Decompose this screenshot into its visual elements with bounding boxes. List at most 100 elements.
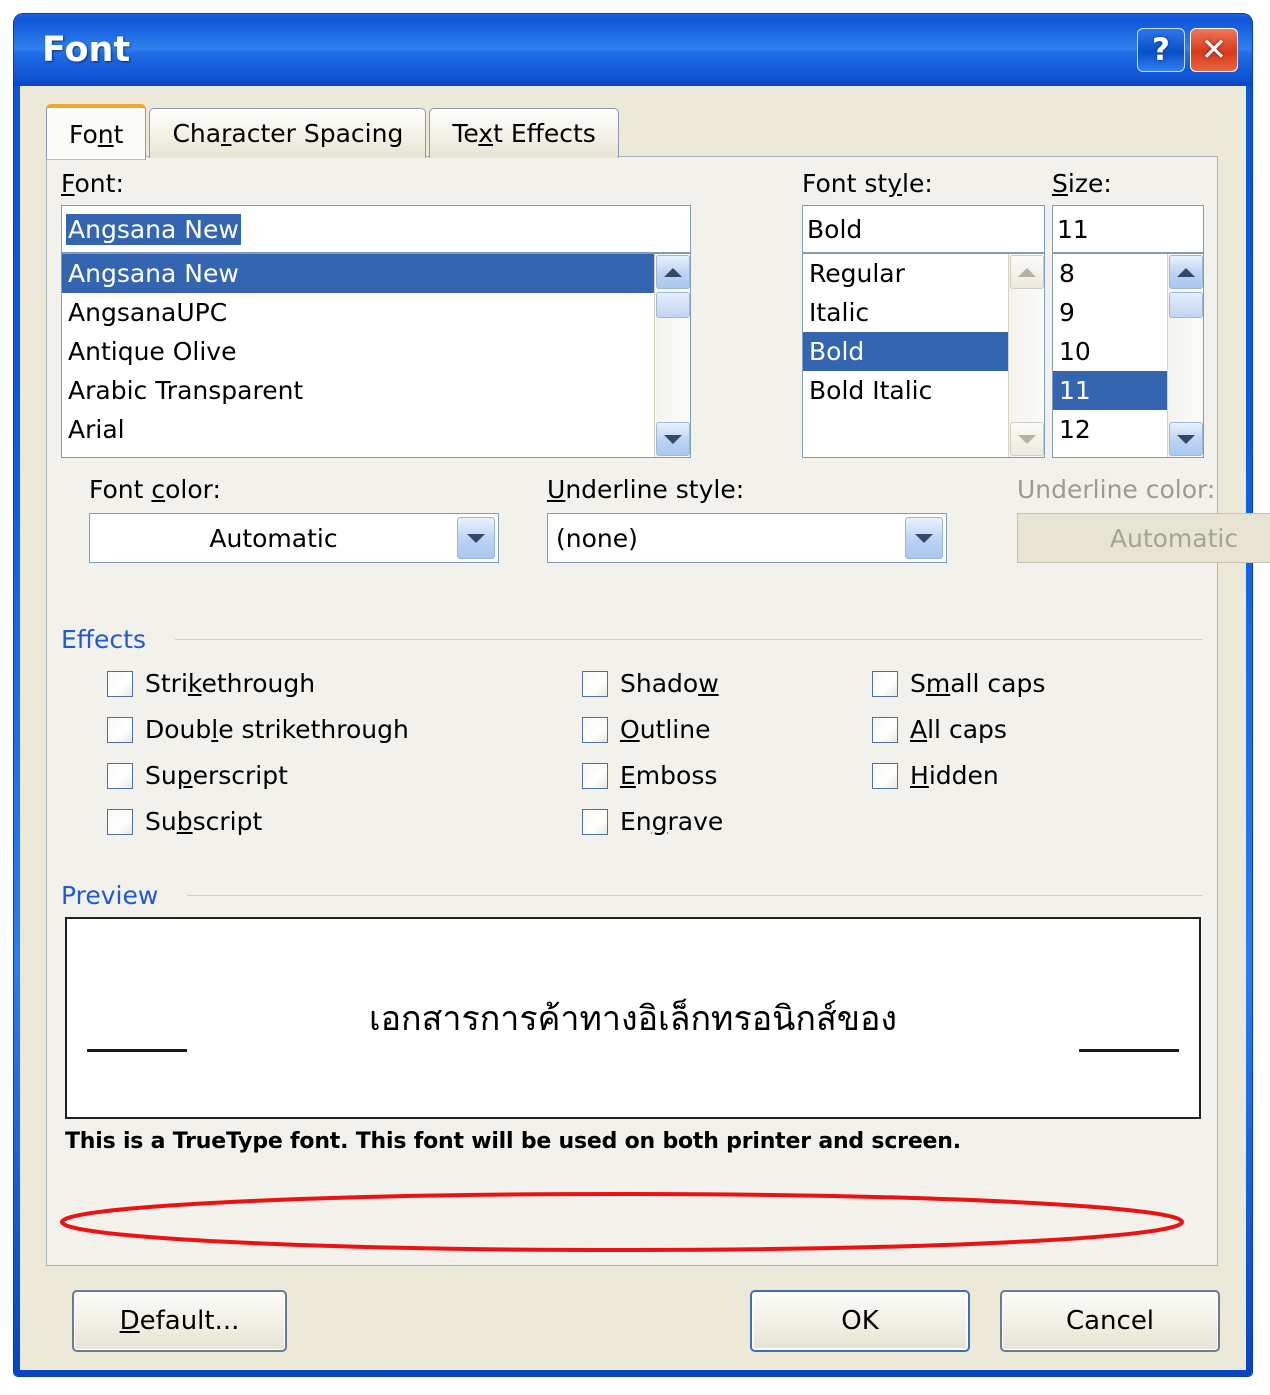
underline-style-dropdown-button[interactable] (905, 517, 943, 559)
font-color-dropdown-button[interactable] (457, 517, 495, 559)
scroll-up-button[interactable] (1010, 255, 1044, 289)
checkbox-box[interactable] (107, 716, 133, 743)
checkbox-strikethrough[interactable]: Strikethrough (107, 669, 315, 698)
ok-button[interactable]: OK (750, 1290, 970, 1352)
checkbox-outline[interactable]: Outline (582, 715, 710, 744)
default-button[interactable]: Default... (72, 1290, 287, 1352)
cancel-button[interactable]: Cancel (1000, 1290, 1220, 1352)
checkbox-box[interactable] (872, 716, 898, 743)
font-style-listbox[interactable]: Regular Italic Bold Bold Italic (802, 253, 1045, 458)
list-item[interactable]: Bold (803, 332, 1008, 371)
list-item[interactable]: Regular (803, 254, 1008, 293)
checkbox-hidden[interactable]: Hidden (872, 761, 999, 790)
font-list-scrollbar[interactable] (654, 254, 690, 457)
font-label: Font: (61, 169, 124, 198)
font-size-value: 11 (1057, 214, 1089, 244)
font-color-combo[interactable]: Automatic (89, 513, 499, 563)
checkbox-label: Small caps (910, 669, 1046, 698)
checkbox-double-strikethrough[interactable]: Double strikethrough (107, 715, 409, 744)
list-item[interactable]: 11 (1053, 371, 1167, 410)
checkbox-box[interactable] (582, 808, 608, 835)
font-style-input[interactable]: Bold (802, 205, 1045, 253)
font-size-input[interactable]: 11 (1052, 205, 1204, 253)
font-size-list-items: 8 9 10 11 12 (1053, 254, 1167, 457)
checkbox-label: Emboss (620, 761, 718, 790)
scroll-down-button[interactable] (1169, 422, 1203, 456)
font-style-label: Font style: (802, 169, 933, 198)
list-item[interactable]: 8 (1053, 254, 1167, 293)
underline-color-combo: Automatic (1017, 513, 1270, 563)
font-dialog-window: Font ? ✕ Font Character Spacing Text Eff… (14, 14, 1270, 1376)
chevron-down-icon (467, 533, 485, 543)
close-button[interactable]: ✕ (1190, 28, 1238, 72)
preview-group-label: Preview (61, 881, 167, 910)
effects-group-label: Effects (61, 625, 154, 654)
font-name-list-items: Angsana New AngsanaUPC Antique Olive Ara… (62, 254, 654, 457)
scroll-up-button[interactable] (656, 255, 690, 289)
scroll-down-button[interactable] (1010, 422, 1044, 456)
chevron-down-icon (1177, 434, 1195, 444)
checkbox-box[interactable] (107, 670, 133, 697)
list-item[interactable]: Bold Italic (803, 371, 1008, 410)
font-name-input[interactable]: Angsana New (61, 205, 691, 253)
title-bar-buttons: ? ✕ (1137, 28, 1238, 72)
font-size-listbox[interactable]: 8 9 10 11 12 (1052, 253, 1204, 458)
font-color-label: Font color: (89, 475, 221, 504)
checkbox-engrave[interactable]: Engrave (582, 807, 723, 836)
checkbox-label: All caps (910, 715, 1007, 744)
scroll-up-button[interactable] (1169, 255, 1203, 289)
font-name-listbox[interactable]: Angsana New AngsanaUPC Antique Olive Ara… (61, 253, 691, 458)
list-item[interactable]: AngsanaUPC (62, 293, 654, 332)
list-item[interactable]: Arabic Transparent (62, 371, 654, 410)
list-item[interactable]: 9 (1053, 293, 1167, 332)
chevron-up-icon (1177, 267, 1195, 277)
checkbox-label: Outline (620, 715, 711, 744)
checkbox-box[interactable] (872, 762, 898, 789)
font-style-list-items: Regular Italic Bold Bold Italic (803, 254, 1008, 457)
tab-strip: Font Character Spacing Text Effects (46, 104, 619, 160)
checkbox-shadow[interactable]: Shadow (582, 669, 719, 698)
chevron-down-icon (915, 533, 933, 543)
tab-page-font: Font: Font style: Size: Angsana New Angs… (46, 156, 1270, 1266)
window-title: Font (42, 30, 131, 70)
underline-style-combo[interactable]: (none) (547, 513, 947, 563)
checkbox-all-caps[interactable]: All caps (872, 715, 1007, 744)
checkbox-box[interactable] (582, 670, 608, 697)
font-style-value: Bold (807, 214, 863, 244)
tab-font[interactable]: Font (46, 104, 147, 160)
list-item[interactable]: Angsana New (62, 254, 654, 293)
list-item[interactable]: 12 (1053, 410, 1167, 449)
tab-character-spacing[interactable]: Character Spacing (149, 108, 427, 158)
checkbox-emboss[interactable]: Emboss (582, 761, 717, 790)
checkbox-box[interactable] (107, 762, 133, 789)
ok-button-label: OK (841, 1306, 879, 1336)
checkbox-subscript[interactable]: Subscript (107, 807, 262, 836)
checkbox-label: Subscript (145, 807, 263, 836)
checkbox-superscript[interactable]: Superscript (107, 761, 288, 790)
scrollbar-thumb[interactable] (1169, 292, 1203, 318)
help-button[interactable]: ? (1137, 28, 1185, 72)
cancel-button-label: Cancel (1065, 1306, 1155, 1336)
default-button-label: Default... (119, 1306, 240, 1336)
chevron-up-icon (664, 267, 682, 277)
list-item[interactable]: Antique Olive (62, 332, 654, 371)
checkbox-box[interactable] (582, 716, 608, 743)
checkbox-box[interactable] (107, 808, 133, 835)
underline-style-label: Underline style: (547, 475, 745, 504)
checkbox-label: Double strikethrough (145, 715, 409, 744)
close-icon: ✕ (1201, 32, 1227, 68)
tab-text-effects[interactable]: Text Effects (429, 108, 619, 158)
list-item[interactable]: 10 (1053, 332, 1167, 371)
font-size-list-scrollbar[interactable] (1167, 254, 1203, 457)
scrollbar-thumb[interactable] (656, 292, 690, 318)
title-bar[interactable]: Font ? ✕ (14, 14, 1252, 86)
preview-group-divider (187, 895, 1203, 896)
list-item[interactable]: Italic (803, 293, 1008, 332)
font-name-value: Angsana New (66, 213, 241, 245)
list-item[interactable]: Arial (62, 410, 654, 449)
checkbox-box[interactable] (872, 670, 898, 697)
font-style-list-scrollbar[interactable] (1008, 254, 1044, 457)
scroll-down-button[interactable] (656, 422, 690, 456)
checkbox-box[interactable] (582, 762, 608, 789)
checkbox-small-caps[interactable]: Small caps (872, 669, 1045, 698)
